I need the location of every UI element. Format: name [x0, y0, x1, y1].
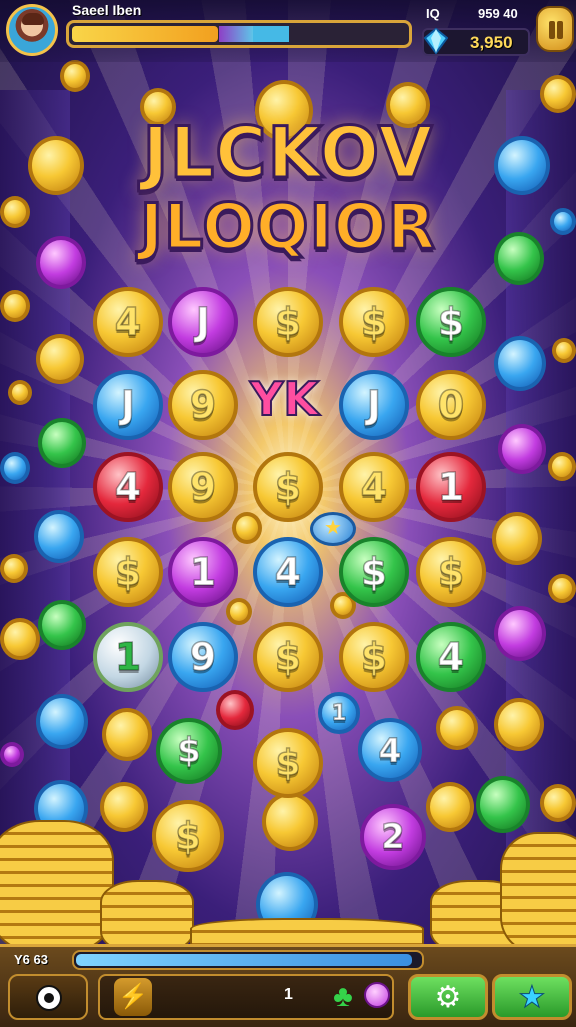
decorative-coin — [60, 60, 90, 92]
board-coin-r3-c2[interactable]: 4 — [253, 537, 323, 607]
decorative-coin — [436, 706, 478, 750]
star-button[interactable]: ★ — [492, 974, 572, 1020]
extra-coin-1[interactable]: $ — [253, 728, 323, 798]
gem-value: 3,950 — [470, 33, 513, 52]
decorative-coin — [0, 452, 30, 484]
decorative-coin — [38, 600, 86, 650]
board-coin-r2-c4[interactable]: 1 — [416, 452, 486, 522]
level-progress-fill — [76, 954, 412, 966]
decorative-coin — [36, 694, 88, 749]
board-coin-r1-c0[interactable]: J — [93, 370, 163, 440]
coin-stack-right — [500, 832, 576, 954]
board-coin-r0-c3[interactable]: $ — [339, 287, 409, 357]
board-coin-r1-c3[interactable]: J — [339, 370, 409, 440]
decorative-coin — [0, 554, 28, 583]
board-coin-r2-c1[interactable]: 9 — [168, 452, 238, 522]
board-coin-r4-c1[interactable]: 9 — [168, 622, 238, 692]
decorative-coin — [426, 782, 474, 832]
decorative-coin — [36, 334, 84, 384]
board-coin-r2-c3[interactable]: 4 — [339, 452, 409, 522]
xp-progress-bar — [66, 20, 412, 48]
extra-coin-5[interactable]: 2 — [360, 804, 426, 870]
decorative-coin — [0, 618, 40, 660]
star-chip-icon: ★ — [310, 512, 356, 546]
game-title-line1: JLCKOV — [141, 111, 434, 196]
decorative-coin — [548, 574, 576, 603]
pause-button[interactable] — [536, 6, 574, 52]
decorative-coin — [548, 452, 576, 481]
gear-icon: ⚙ — [434, 981, 462, 1014]
board-coin-r1-c1[interactable]: 9 — [168, 370, 238, 440]
tray-count: 1 — [284, 986, 293, 1003]
board-coin-r4-c0[interactable]: 1 — [93, 622, 163, 692]
board-coin-r2-c0[interactable]: 4 — [93, 452, 163, 522]
score-label: IQ — [426, 6, 440, 21]
decorative-coin — [38, 418, 86, 468]
diamond-icon — [424, 28, 448, 54]
record-button[interactable] — [8, 974, 88, 1020]
decorative-coin — [552, 338, 576, 363]
decorative-coin — [494, 606, 546, 661]
board-coin-r4-c3[interactable]: $ — [339, 622, 409, 692]
coin-stack-left — [0, 820, 114, 954]
decorative-coin — [492, 512, 542, 565]
level-progress-bar — [72, 950, 424, 970]
game-title-line2: JLOQIOR — [138, 189, 437, 265]
board-coin-r4-c2[interactable]: $ — [253, 622, 323, 692]
settings-button[interactable]: ⚙ — [408, 974, 488, 1020]
board-coin-r0-c1[interactable]: J — [168, 287, 238, 357]
decorative-coin — [8, 380, 32, 405]
decorative-coin — [100, 782, 148, 832]
record-icon — [36, 985, 62, 1011]
coin-stack-left-small — [100, 880, 194, 954]
player-name: Saeel Iben — [72, 2, 142, 18]
decorative-coin — [102, 708, 152, 761]
extra-coin-0[interactable]: $ — [156, 718, 222, 784]
decorative-coin — [232, 512, 262, 544]
extra-coin-3[interactable]: 4 — [358, 718, 422, 782]
score-value: 959 40 — [478, 6, 518, 21]
decorative-coin — [216, 690, 254, 730]
decorative-coin — [540, 75, 576, 113]
star-icon: ★ — [518, 981, 546, 1015]
decorative-coin — [262, 792, 318, 851]
board-coin-r0-c0[interactable]: 4 — [93, 287, 163, 357]
decorative-coin — [540, 784, 576, 822]
board-coin-r3-c0[interactable]: $ — [93, 537, 163, 607]
pink-gem-icon[interactable] — [364, 982, 390, 1008]
board-coin-r1-c4[interactable]: 0 — [416, 370, 486, 440]
board-coin-r3-c4[interactable]: $ — [416, 537, 486, 607]
board-coin-r0-c4[interactable]: $ — [416, 287, 486, 357]
board-coin-r3-c3[interactable]: $ — [339, 537, 409, 607]
decorative-coin — [498, 424, 546, 474]
extra-coin-4[interactable]: $ — [152, 800, 224, 872]
decorative-coin — [0, 290, 30, 322]
player-avatar[interactable] — [6, 4, 58, 56]
xp-progress-fill — [72, 26, 219, 42]
board-coin-r4-c4[interactable]: 4 — [416, 622, 486, 692]
center-mark: YK — [249, 371, 320, 427]
decorative-coin — [34, 510, 84, 563]
board-coin-r0-c2[interactable]: $ — [253, 287, 323, 357]
board-coin-r2-c2[interactable]: $ — [253, 452, 323, 522]
decorative-coin — [476, 776, 530, 833]
lightning-boost-icon[interactable]: ⚡ — [114, 978, 152, 1016]
clover-icon[interactable]: ♣ — [326, 980, 360, 1014]
extra-coin-2[interactable]: 1 — [318, 692, 360, 734]
board-coin-r3-c1[interactable]: 1 — [168, 537, 238, 607]
xp-segment-bonus — [219, 26, 253, 42]
decorative-coin — [226, 598, 252, 625]
decorative-coin — [0, 742, 24, 767]
decorative-coin — [494, 336, 546, 391]
decorative-coin — [494, 698, 544, 751]
level-label: Y6 63 — [14, 952, 48, 967]
xp-segment-extra — [253, 26, 289, 42]
